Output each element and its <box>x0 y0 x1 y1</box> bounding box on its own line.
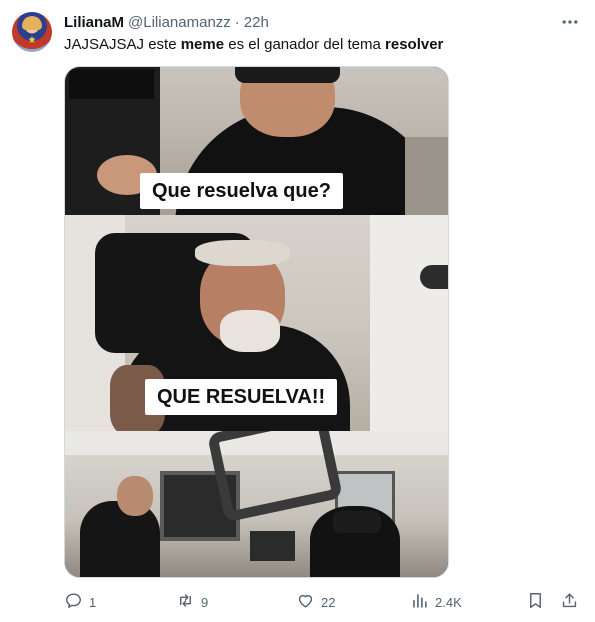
views-bars-icon <box>410 591 429 613</box>
tweet-text-bold: meme <box>180 36 225 53</box>
meme-caption-top: Que resuelva que? <box>140 173 343 209</box>
views-button[interactable]: 2.4K <box>410 590 462 614</box>
man-body-shape <box>80 501 160 577</box>
avatar[interactable]: ★ <box>12 12 52 52</box>
retweet-icon <box>176 591 195 613</box>
man-face-shape <box>117 476 153 516</box>
tweet-media-image[interactable]: Que resuelva que? QUE RESUELVA!! <box>64 66 449 578</box>
tweet-timestamp[interactable]: 22h <box>244 14 269 31</box>
like-count: 22 <box>321 594 336 610</box>
cap-shape <box>235 67 340 83</box>
meme-caption-middle: QUE RESUELVA!! <box>145 379 338 415</box>
background-door-shape <box>405 137 448 215</box>
like-button[interactable]: 22 <box>296 590 335 614</box>
reply-bubble-icon <box>64 591 83 613</box>
bookmark-button[interactable] <box>526 590 545 614</box>
views-count: 2.4K <box>435 594 462 610</box>
reply-count: 1 <box>89 594 97 610</box>
meme-panel-bottom <box>65 431 448 577</box>
door-handle-shape <box>420 265 448 289</box>
tweet-text-part: es el ganador del tema <box>224 36 386 53</box>
avatar-hair-shape <box>22 16 42 30</box>
monitor-shape <box>69 69 154 99</box>
flying-chair-shape <box>206 431 344 523</box>
reply-button[interactable]: 1 <box>64 590 96 614</box>
white-hair-shape <box>195 240 290 266</box>
author-name[interactable]: LilianaM <box>64 14 124 31</box>
retweet-count: 9 <box>201 594 209 610</box>
share-button[interactable] <box>560 590 579 614</box>
tweet-text: JAJSAJSAJ este meme es el ganador del te… <box>64 35 443 55</box>
author-handle[interactable]: @Lilianamanzz <box>128 14 231 31</box>
tweet[interactable]: ★ LilianaM @Lilianamanzz · 22h JAJSAJSAJ… <box>0 0 595 622</box>
share-upload-icon <box>560 591 579 613</box>
avatar-star-icon: ★ <box>27 35 37 46</box>
heart-icon <box>296 591 315 613</box>
tweet-header: LilianaM @Lilianamanzz · 22h <box>64 12 269 32</box>
microwave-shape <box>250 531 295 561</box>
tweet-actions-bar: 1 9 22 2.4K <box>64 590 584 614</box>
white-beard-shape <box>220 310 280 352</box>
tweet-text-bold: resolver <box>385 36 444 53</box>
more-dots-icon[interactable] <box>560 12 580 32</box>
son-cap-shape <box>333 511 381 533</box>
separator-dot: · <box>234 13 240 31</box>
retweet-button[interactable]: 9 <box>176 590 208 614</box>
right-door-shape <box>370 215 448 431</box>
tweet-text-part: JAJSAJSAJ este <box>64 36 181 53</box>
bookmark-icon <box>526 591 545 613</box>
